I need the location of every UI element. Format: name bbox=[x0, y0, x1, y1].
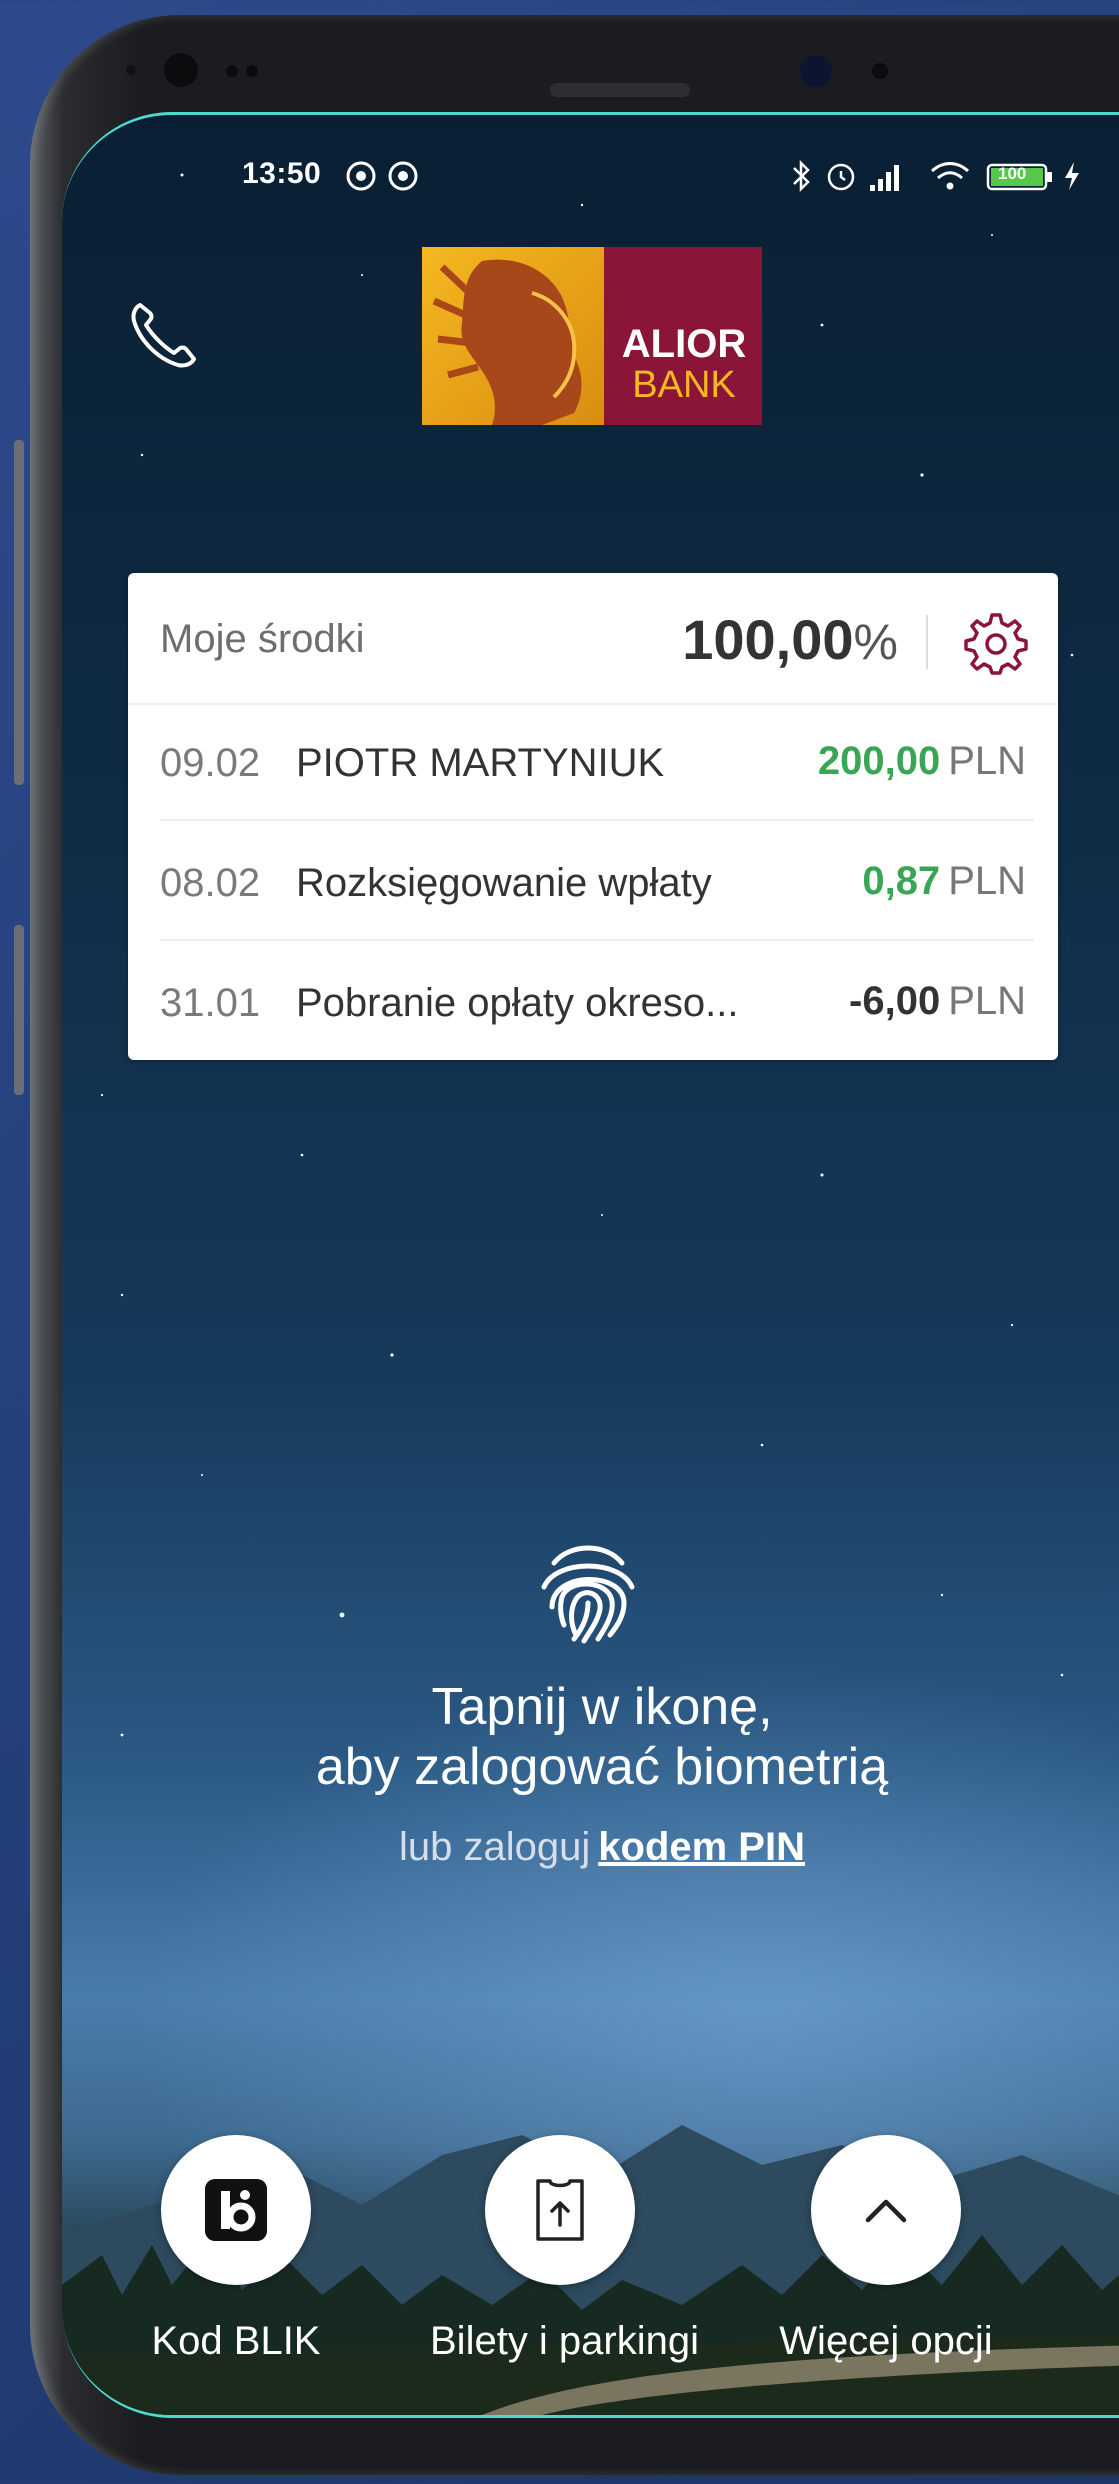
login-heading-line2: aby zalogować biometrią bbox=[315, 1738, 889, 1796]
transaction-amount-value: 200,00 bbox=[817, 739, 941, 783]
transaction-currency: PLN bbox=[948, 739, 1026, 783]
action-label: Kod BLIK bbox=[151, 2319, 321, 2363]
phone-sensor bbox=[126, 65, 136, 75]
phone-side-button bbox=[14, 440, 24, 785]
phone-camera bbox=[800, 55, 832, 87]
pin-login-link[interactable]: kodem PIN bbox=[598, 1825, 805, 1869]
hotspot-icon bbox=[386, 159, 420, 198]
phone-sensor bbox=[872, 63, 888, 79]
phone-sensor bbox=[226, 65, 238, 77]
fingerprint-button[interactable] bbox=[532, 1535, 644, 1647]
phone-sensor bbox=[246, 65, 258, 77]
phone-icon bbox=[131, 303, 196, 368]
transaction-amount: 200,00 PLN bbox=[818, 739, 1026, 784]
transaction-date: 08.02 bbox=[160, 861, 261, 905]
login-alternative: lub zaloguj kodem PIN bbox=[62, 1825, 1119, 1870]
transaction-date: 31.01 bbox=[160, 981, 261, 1025]
logo-text-bank: BANK bbox=[632, 364, 735, 406]
balance-percent-sign: % bbox=[853, 614, 898, 670]
transaction-currency: PLN bbox=[948, 979, 1026, 1023]
wifi-icon bbox=[928, 159, 972, 198]
call-button[interactable] bbox=[124, 295, 204, 375]
ticket-icon bbox=[536, 2179, 584, 2241]
transaction-row[interactable]: 08.02 Rozksięgowanie wpłaty 0,87 PLN bbox=[128, 823, 1058, 941]
action-blik[interactable]: Kod BLIK bbox=[106, 2135, 366, 2364]
phone-speaker bbox=[550, 83, 690, 97]
action-label: Bilety i parkingi bbox=[430, 2319, 700, 2363]
logo-text-alior: ALIOR bbox=[622, 322, 747, 366]
bluetooth-icon bbox=[786, 159, 816, 198]
tickets-button[interactable] bbox=[485, 2135, 635, 2285]
transaction-amount: -6,00 PLN bbox=[849, 979, 1026, 1024]
balance-percent: 100,00% bbox=[682, 607, 898, 672]
login-heading-line1: Tapnij w ikonę, bbox=[431, 1678, 773, 1736]
action-more-options[interactable]: Więcej opcji bbox=[756, 2135, 1016, 2364]
more-options-button[interactable] bbox=[811, 2135, 961, 2285]
transaction-date: 09.02 bbox=[160, 741, 261, 785]
fingerprint-icon bbox=[541, 1545, 635, 1644]
blik-button[interactable] bbox=[161, 2135, 311, 2285]
transaction-amount-value: -6,00 bbox=[849, 979, 941, 1023]
hotspot-icon bbox=[344, 159, 378, 198]
charging-icon bbox=[1062, 159, 1082, 198]
alior-bank-logo: ALIOR BANK bbox=[422, 247, 762, 425]
header-divider bbox=[926, 615, 928, 669]
phone-side-button bbox=[14, 925, 24, 1095]
battery-level: 100 bbox=[998, 164, 1027, 183]
transaction-description: PIOTR MARTYNIUK bbox=[296, 741, 665, 785]
signal-icon bbox=[868, 159, 908, 198]
transaction-description: Rozksięgowanie wpłaty bbox=[296, 861, 712, 905]
row-divider bbox=[160, 939, 1034, 941]
card-settings-button[interactable] bbox=[964, 611, 1028, 675]
status-time: 13:50 bbox=[242, 157, 322, 190]
transaction-row[interactable]: 09.02 PIOTR MARTYNIUK 200,00 PLN bbox=[128, 703, 1058, 821]
gear-icon bbox=[964, 613, 1028, 675]
balance-card[interactable]: Moje środki 100,00% 09.02 PIOTR MARTYNIU… bbox=[128, 573, 1058, 1060]
app-screen: 13:50 100 ALIOR BANK Moje środki 100,00%… bbox=[62, 112, 1119, 2418]
status-bar: 13:50 100 bbox=[62, 115, 1119, 225]
transaction-row[interactable]: 31.01 Pobranie opłaty okreso... -6,00 PLN bbox=[128, 943, 1058, 1061]
transaction-currency: PLN bbox=[948, 859, 1026, 903]
chevron-up-icon bbox=[865, 2199, 907, 2223]
balance-percent-value: 100,00 bbox=[682, 608, 854, 671]
transaction-amount-value: 0,87 bbox=[862, 859, 941, 903]
transaction-amount: 0,87 PLN bbox=[862, 859, 1026, 904]
login-alt-prefix: lub zaloguj bbox=[399, 1825, 591, 1869]
balance-card-header: Moje środki 100,00% bbox=[128, 573, 1058, 705]
transaction-description: Pobranie opłaty okreso... bbox=[296, 981, 739, 1025]
alarm-icon bbox=[824, 159, 858, 198]
row-divider bbox=[160, 819, 1034, 821]
balance-card-title: Moje środki bbox=[160, 617, 365, 661]
action-label: Więcej opcji bbox=[779, 2319, 993, 2363]
action-tickets[interactable]: Bilety i parkingi bbox=[430, 2135, 700, 2364]
blik-icon bbox=[205, 2179, 267, 2241]
phone-camera bbox=[164, 53, 198, 87]
